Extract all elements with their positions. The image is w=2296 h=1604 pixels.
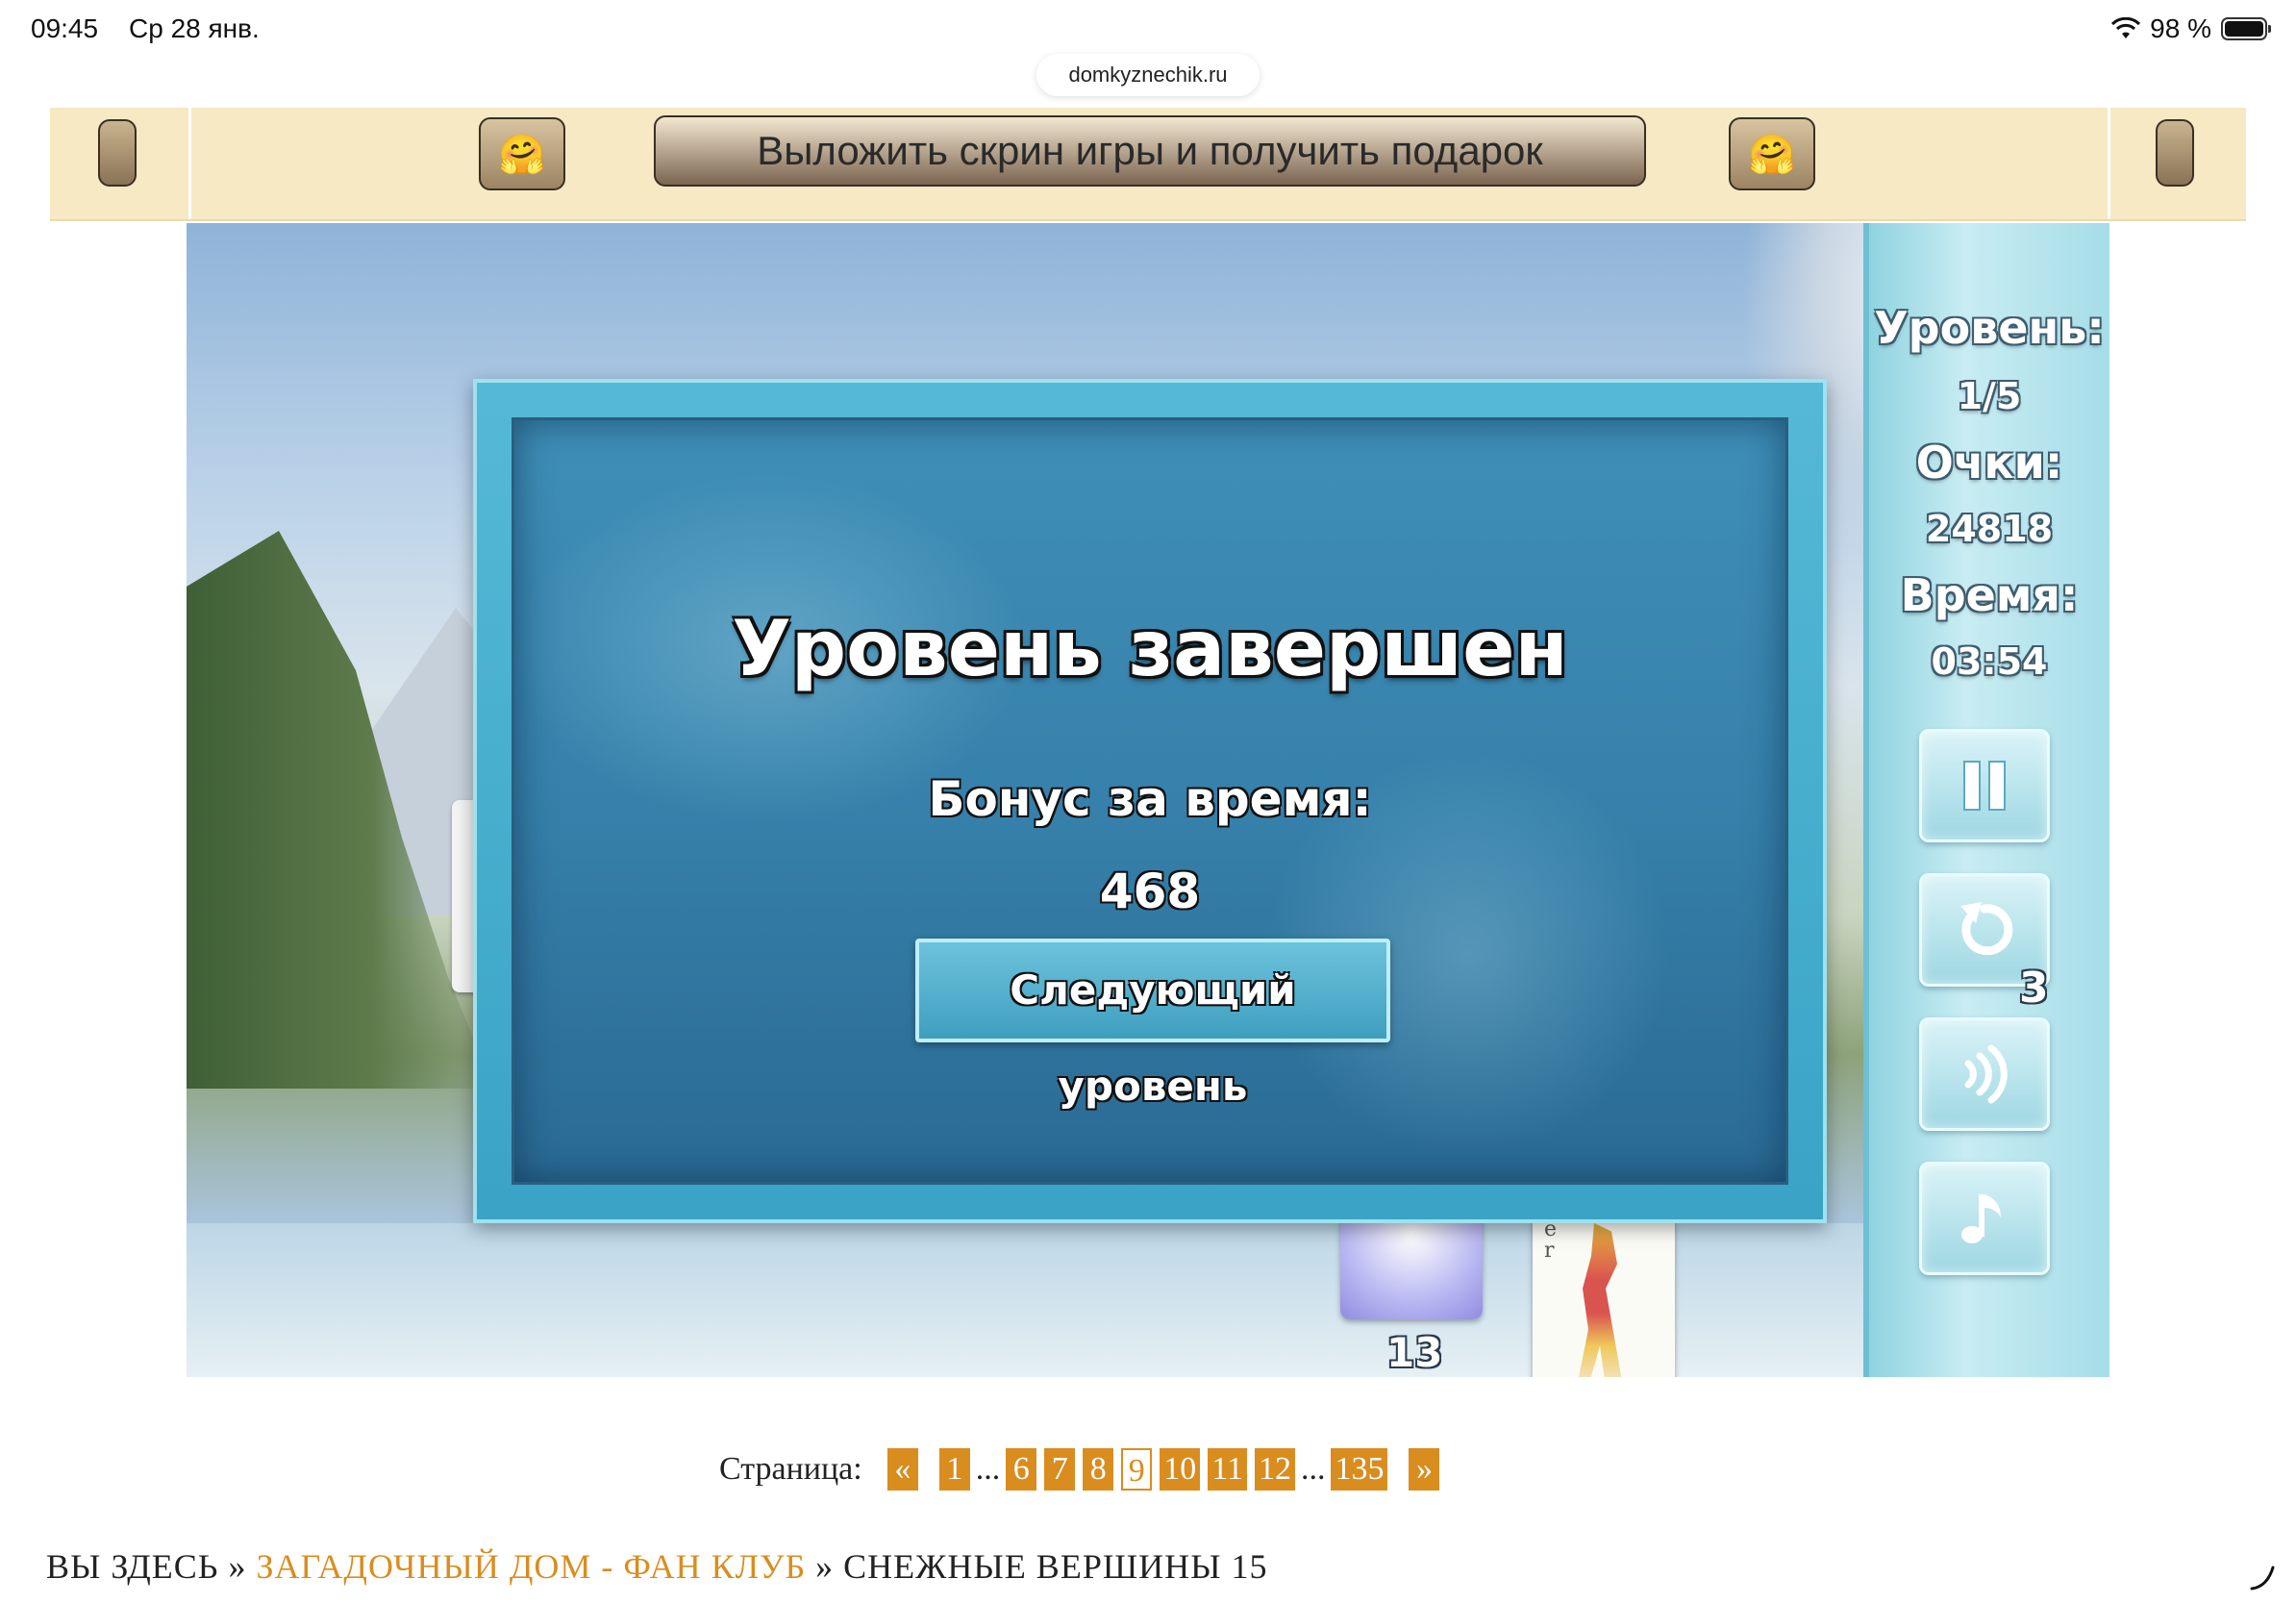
scroll-indicator-icon [2250, 1566, 2275, 1591]
breadcrumb-separator: » [815, 1547, 835, 1586]
deck-count: 13 [1386, 1329, 1443, 1376]
score-label: Очки: [1915, 437, 2063, 489]
banner-right-button[interactable] [2156, 119, 2194, 187]
banner-divider [188, 108, 191, 219]
side-panel: Уровень: 1/5 Очки: 24818 Время: 03:54 3 [1863, 223, 2109, 1377]
status-time: 09:45 [31, 13, 99, 43]
page-link-12[interactable]: 12 [1254, 1448, 1295, 1491]
next-page-link[interactable]: » [1409, 1448, 1440, 1491]
score-value: 24818 [1925, 508, 2054, 550]
page-link-6[interactable]: 6 [1006, 1448, 1037, 1491]
pagination-ellipsis: ... [975, 1451, 1001, 1487]
joker-card[interactable]: e r [1533, 1214, 1675, 1377]
pause-icon [1963, 761, 2006, 811]
time-label: Время: [1900, 569, 2079, 621]
battery-icon [2221, 17, 2271, 40]
page-link-1[interactable]: 1 [938, 1448, 970, 1491]
undo-count: 3 [2019, 964, 2049, 1013]
url-pill[interactable]: domkyznechik.ru [1036, 54, 1260, 96]
hug-emoji-icon: 🤗 [498, 133, 546, 176]
wifi-icon [2111, 17, 2141, 38]
promo-button[interactable]: Выложить скрин игры и получить подарок [654, 115, 1646, 187]
sound-button[interactable] [1919, 1017, 2050, 1131]
game-area: e r 13 Уровень: 1/5 Очки: 24818 Время: 0… [187, 223, 2109, 1377]
emoji-button-left[interactable]: 🤗 [479, 117, 565, 190]
status-right: 98 % [2111, 13, 2271, 44]
breadcrumb-link-fanclub[interactable]: ЗАГАДОЧНЫЙ ДОМ - ФАН КЛУБ [256, 1547, 806, 1586]
status-date: Ср 28 янв. [129, 13, 260, 43]
pagination: Страница: « 1 ... 6 7 8 9 10 11 12 ... 1… [719, 1446, 1457, 1492]
page-link-8[interactable]: 8 [1083, 1448, 1114, 1491]
banner-left-button[interactable] [98, 119, 137, 187]
battery-percent: 98 % [2150, 13, 2211, 43]
page-link-7[interactable]: 7 [1044, 1448, 1076, 1491]
music-icon [1961, 1194, 2001, 1243]
pause-button[interactable] [1919, 729, 2050, 842]
pagination-label: Страница: [719, 1451, 862, 1487]
page-link-135[interactable]: 135 [1331, 1448, 1388, 1491]
time-bonus-value: 468 [1099, 864, 1201, 919]
page-link-11[interactable]: 11 [1208, 1448, 1247, 1491]
next-level-button[interactable]: Следующий уровень [915, 939, 1390, 1110]
background-water [187, 1223, 2109, 1377]
sound-icon [1964, 1044, 2008, 1104]
breadcrumb-separator: » [228, 1547, 247, 1586]
page-link-10[interactable]: 10 [1160, 1448, 1201, 1491]
time-value: 03:54 [1931, 640, 2048, 683]
undo-icon [1960, 902, 2013, 956]
hug-emoji-icon: 🤗 [1748, 133, 1796, 176]
prev-page-link[interactable]: « [886, 1448, 918, 1491]
dialog-title: Уровень завершен [732, 604, 1568, 693]
current-page: 9 [1121, 1448, 1153, 1491]
joker-letters: e r [1544, 1217, 1558, 1263]
deck-card[interactable] [1340, 1214, 1483, 1319]
promo-banner: 🤗 Выложить скрин игры и получить подарок… [50, 108, 2246, 221]
level-label: Уровень: [1874, 302, 2105, 354]
level-complete-dialog: Уровень завершен Бонус за время: 468 Сле… [473, 379, 1827, 1223]
joker-figure [1577, 1223, 1623, 1377]
music-button[interactable] [1919, 1162, 2050, 1275]
emoji-button-right[interactable]: 🤗 [1729, 117, 1815, 190]
level-value: 1/5 [1957, 375, 2022, 417]
breadcrumb-current: СНЕЖНЫЕ ВЕРШИНЫ 15 [843, 1547, 1268, 1586]
banner-divider [2108, 108, 2110, 219]
pagination-ellipsis: ... [1300, 1451, 1326, 1487]
breadcrumb: ВЫ ЗДЕСЬ » ЗАГАДОЧНЫЙ ДОМ - ФАН КЛУБ » С… [46, 1546, 1268, 1587]
time-bonus-label: Бонус за время: [928, 771, 1372, 827]
breadcrumb-prefix: ВЫ ЗДЕСЬ [46, 1547, 219, 1586]
